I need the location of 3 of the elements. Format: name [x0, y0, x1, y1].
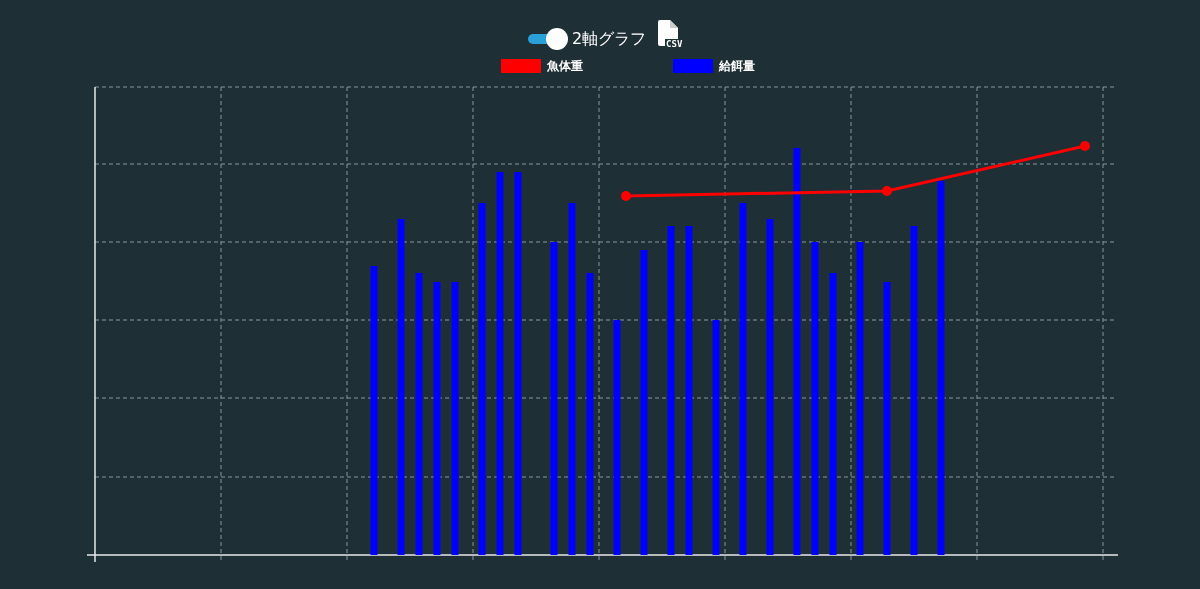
legend-label[interactable]: 給餌量	[718, 57, 755, 75]
graph-toggle[interactable]: 2軸グラフ	[527, 28, 647, 50]
legend-label[interactable]: 魚体重	[546, 57, 583, 75]
